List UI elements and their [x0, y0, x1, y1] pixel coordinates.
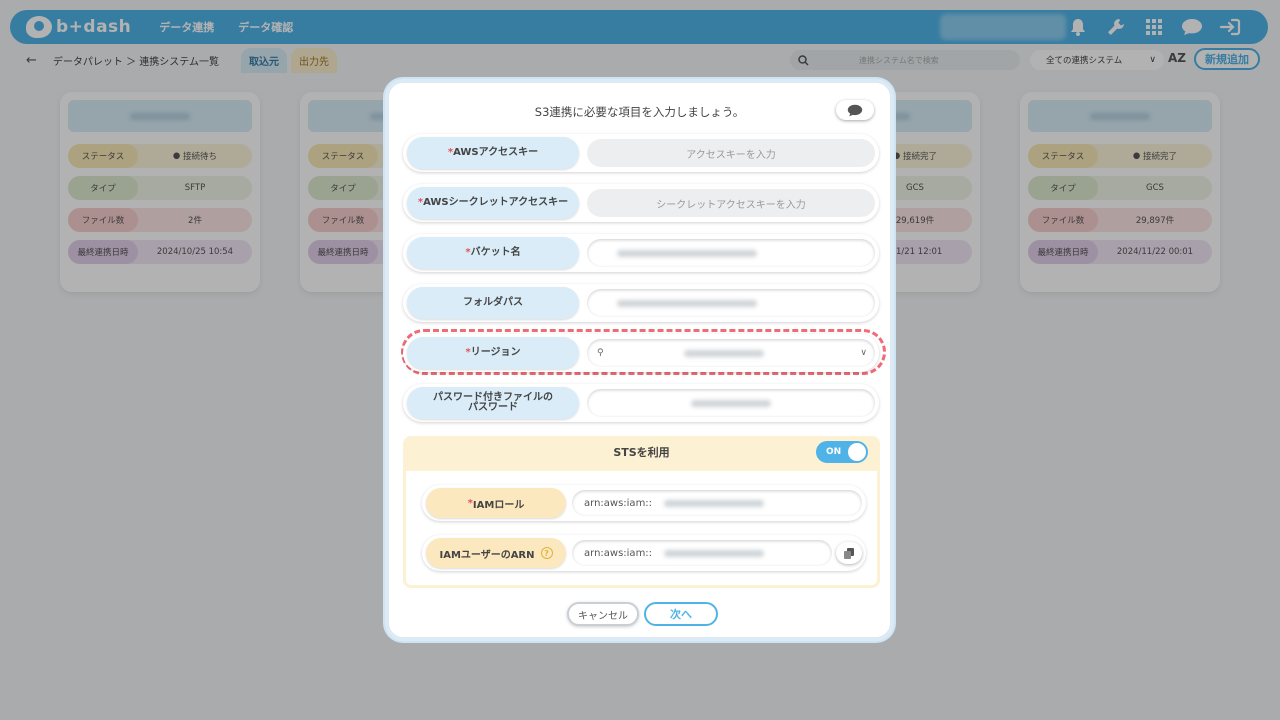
copy-button[interactable] [836, 542, 862, 564]
region-label-text: リージョン [470, 346, 521, 358]
iam-user-arn-label: IAMユーザーのARN? [426, 538, 566, 568]
secret-key-label-text: AWSシークレットアクセスキー [423, 196, 569, 208]
access-key-label-text: AWSアクセスキー [453, 146, 539, 158]
chevron-down-icon: ∨ [860, 348, 867, 358]
secret-key-label: * AWSシークレットアクセスキー [407, 187, 579, 219]
region-select[interactable]: ⚲ ∨ [587, 339, 875, 367]
region-row: * リージョン ⚲ ∨ [403, 334, 879, 372]
iam-user-arn-prefix: arn:aws:iam:: [584, 547, 653, 559]
secret-key-row: * AWSシークレットアクセスキー シークレットアクセスキーを入力 [403, 184, 879, 222]
iam-role-label: * IAMロール [426, 488, 566, 518]
region-label: * リージョン [407, 337, 579, 369]
folder-row: フォルダパス [403, 284, 879, 322]
masked-value [617, 299, 757, 307]
access-key-row: * AWSアクセスキー アクセスキーを入力 [403, 134, 879, 172]
help-icon[interactable]: ? [540, 547, 553, 559]
folder-input[interactable] [587, 289, 875, 317]
iam-user-arn-input: arn:aws:iam:: [572, 540, 832, 566]
iam-role-row: * IAMロール arn:aws:iam:: [422, 485, 866, 521]
iam-user-arn-label-text: IAMユーザーのARN [439, 549, 535, 561]
secret-key-input[interactable]: シークレットアクセスキーを入力 [587, 189, 875, 217]
search-icon: ⚲ [597, 348, 604, 358]
copy-icon [844, 547, 854, 559]
toggle-knob [848, 443, 866, 461]
iam-role-label-text: IAMロール [472, 499, 525, 511]
iam-role-prefix: arn:aws:iam:: [584, 497, 653, 509]
s3-connection-dialog: S3連携に必要な項目を入力しましょう。 * AWSアクセスキー アクセスキーを入力… [385, 79, 894, 641]
zip-password-label: パスワード付きファイルの パスワード [407, 387, 579, 419]
bucket-input[interactable] [587, 239, 875, 267]
iam-role-input[interactable]: arn:aws:iam:: [572, 490, 862, 516]
folder-label: フォルダパス [407, 287, 579, 319]
masked-value [683, 349, 764, 357]
next-button[interactable]: 次へ [644, 602, 718, 626]
sts-section-body: * IAMロール arn:aws:iam:: IAMユーザーのARN? arn:a… [403, 468, 880, 588]
cancel-button[interactable]: キャンセル [567, 602, 639, 626]
sts-label: STSを利用 [613, 446, 670, 459]
toggle-state: ON [826, 447, 842, 457]
zip-password-row: パスワード付きファイルの パスワード [403, 384, 879, 422]
sts-toggle[interactable]: ON [816, 441, 868, 463]
assistant-chat-button[interactable] [836, 100, 874, 120]
masked-value [691, 399, 771, 407]
iam-user-arn-row: IAMユーザーのARN? arn:aws:iam:: [422, 535, 866, 571]
bucket-row: * バケット名 [403, 234, 879, 272]
zip-password-label-line2: パスワード [468, 402, 518, 413]
access-key-label: * AWSアクセスキー [407, 137, 579, 169]
masked-value [664, 549, 765, 557]
bucket-label: * バケット名 [407, 237, 579, 269]
access-key-input[interactable]: アクセスキーを入力 [587, 139, 875, 167]
dialog-title: S3連携に必要な項目を入力しましょう。 [534, 105, 745, 119]
masked-value [664, 499, 765, 507]
chat-icon [847, 104, 863, 116]
masked-value [617, 249, 757, 257]
bucket-label-text: バケット名 [470, 246, 521, 258]
zip-password-input[interactable] [587, 389, 875, 417]
sts-section-header: STSを利用 ON [403, 436, 880, 468]
